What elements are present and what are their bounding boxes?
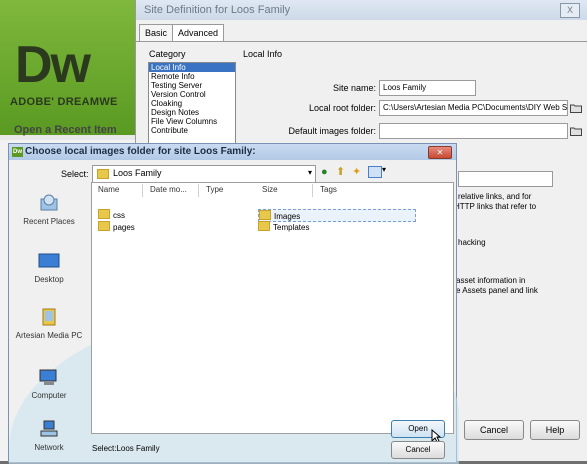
column-divider[interactable] bbox=[312, 184, 313, 197]
folder-icon bbox=[98, 209, 110, 219]
section-heading: Local Info bbox=[243, 49, 283, 59]
category-item[interactable]: Remote Info bbox=[149, 72, 235, 81]
folder-icon bbox=[258, 221, 270, 231]
category-item[interactable]: Design Notes bbox=[149, 108, 235, 117]
local-root-folder-label: Local root folder: bbox=[308, 103, 376, 113]
dreamweaver-logo: Dw bbox=[15, 36, 91, 94]
view-menu-icon[interactable] bbox=[368, 166, 382, 178]
folder-icon bbox=[259, 210, 271, 220]
category-item[interactable]: File View Columns bbox=[149, 117, 235, 126]
place-recent[interactable]: Recent Places bbox=[9, 194, 89, 226]
info-text: asset information in bbox=[456, 276, 526, 285]
file-name: css bbox=[113, 211, 125, 220]
place-network[interactable]: Network bbox=[9, 420, 89, 452]
info-text: HTTP links that refer to bbox=[454, 202, 537, 211]
selection-status: Select:Loos Family bbox=[92, 444, 160, 453]
choose-dialog-titlebar: Dw Choose local images folder for site L… bbox=[9, 144, 456, 160]
close-button[interactable]: ✕ bbox=[428, 146, 452, 159]
choose-folder-dialog: Dw Choose local images folder for site L… bbox=[8, 143, 459, 464]
cancel-button[interactable]: Cancel bbox=[391, 441, 445, 459]
close-button[interactable]: X bbox=[560, 3, 580, 18]
category-item[interactable]: Contribute bbox=[149, 126, 235, 135]
file-list-pane[interactable]: Name Date mo... Type Size Tags css pages… bbox=[91, 182, 454, 434]
choose-dialog-title: Choose local images folder for site Loos… bbox=[25, 146, 256, 157]
browse-folder-icon[interactable] bbox=[570, 103, 582, 113]
select-label: Select: bbox=[61, 169, 89, 179]
place-label: Computer bbox=[31, 391, 67, 400]
desktop-icon bbox=[38, 253, 60, 268]
file-name: Templates bbox=[273, 223, 310, 232]
column-header-date[interactable]: Date mo... bbox=[150, 185, 187, 194]
dreamweaver-app-icon: Dw bbox=[12, 147, 23, 157]
user-folder-icon bbox=[42, 308, 56, 326]
category-item[interactable]: Cloaking bbox=[149, 99, 235, 108]
tab-advanced[interactable]: Advanced bbox=[172, 24, 225, 41]
folder-icon bbox=[97, 169, 112, 180]
category-item[interactable]: Testing Server bbox=[149, 81, 235, 90]
category-list[interactable]: Local Info Remote Info Testing Server Ve… bbox=[148, 62, 236, 146]
column-header-type[interactable]: Type bbox=[206, 185, 223, 194]
place-desktop[interactable]: Desktop bbox=[9, 252, 89, 284]
list-item[interactable]: Templates bbox=[258, 221, 309, 232]
network-icon bbox=[40, 420, 58, 437]
tab-basic[interactable]: Basic bbox=[139, 24, 174, 41]
category-item[interactable]: Version Control bbox=[149, 90, 235, 99]
file-name: Images bbox=[274, 212, 301, 221]
site-name-label: Site name: bbox=[332, 83, 376, 93]
place-label: Artesian Media PC bbox=[15, 331, 83, 340]
place-user[interactable]: Artesian Media PC bbox=[9, 308, 89, 340]
look-in-value: Loos Family bbox=[113, 168, 162, 178]
site-dialog-title: Site Definition for Loos Family bbox=[144, 4, 291, 16]
default-images-folder-label: Default images folder: bbox=[288, 126, 376, 136]
up-folder-icon[interactable]: ⬆ bbox=[336, 165, 345, 178]
column-divider[interactable] bbox=[198, 184, 199, 197]
chevron-down-icon: ▾ bbox=[307, 168, 312, 177]
info-text: relative links, and for bbox=[458, 192, 532, 201]
category-item[interactable]: Local Info bbox=[149, 63, 235, 72]
category-label: Category bbox=[149, 49, 186, 59]
list-item[interactable]: pages bbox=[98, 221, 135, 232]
open-recent-heading: Open a Recent Item bbox=[14, 124, 117, 136]
new-folder-icon[interactable]: ✦ bbox=[352, 165, 361, 178]
back-icon[interactable]: ● bbox=[321, 166, 328, 178]
computer-icon bbox=[39, 369, 57, 385]
default-images-folder-input[interactable] bbox=[379, 123, 568, 139]
recent-places-icon bbox=[40, 194, 58, 211]
site-name-input[interactable]: Loos Family bbox=[379, 80, 476, 96]
place-label: Network bbox=[34, 443, 64, 452]
chevron-down-icon[interactable]: ▾ bbox=[382, 165, 386, 174]
look-in-dropdown[interactable]: Loos Family ▾ bbox=[92, 165, 316, 183]
place-computer[interactable]: Computer bbox=[9, 368, 89, 400]
cancel-button[interactable]: Cancel bbox=[464, 420, 524, 440]
list-item[interactable]: css bbox=[98, 209, 125, 220]
place-label: Desktop bbox=[34, 275, 64, 284]
browse-folder-icon[interactable] bbox=[570, 126, 582, 136]
column-header-tags[interactable]: Tags bbox=[320, 185, 337, 194]
help-button[interactable]: Help bbox=[530, 420, 580, 440]
local-root-folder-input[interactable]: C:\Users\Artesian Media PC\Documents\DIY… bbox=[379, 100, 568, 116]
site-dialog-titlebar: Site Definition for Loos Family X bbox=[136, 0, 587, 20]
column-header-size[interactable]: Size bbox=[262, 185, 278, 194]
places-bar: Recent Places Desktop Artesian Media PC … bbox=[9, 182, 89, 462]
place-label: Recent Places bbox=[23, 217, 75, 226]
column-divider[interactable] bbox=[142, 184, 143, 197]
tab-divider bbox=[136, 41, 587, 42]
dreamweaver-product-name: ADOBE' DREAMWE bbox=[10, 96, 118, 108]
folder-icon bbox=[98, 221, 110, 231]
file-name: pages bbox=[113, 223, 135, 232]
info-text: hacking bbox=[458, 238, 486, 247]
links-relative-input[interactable] bbox=[458, 171, 553, 187]
info-text: e Assets panel and link bbox=[456, 286, 538, 295]
column-header-name[interactable]: Name bbox=[98, 185, 119, 194]
